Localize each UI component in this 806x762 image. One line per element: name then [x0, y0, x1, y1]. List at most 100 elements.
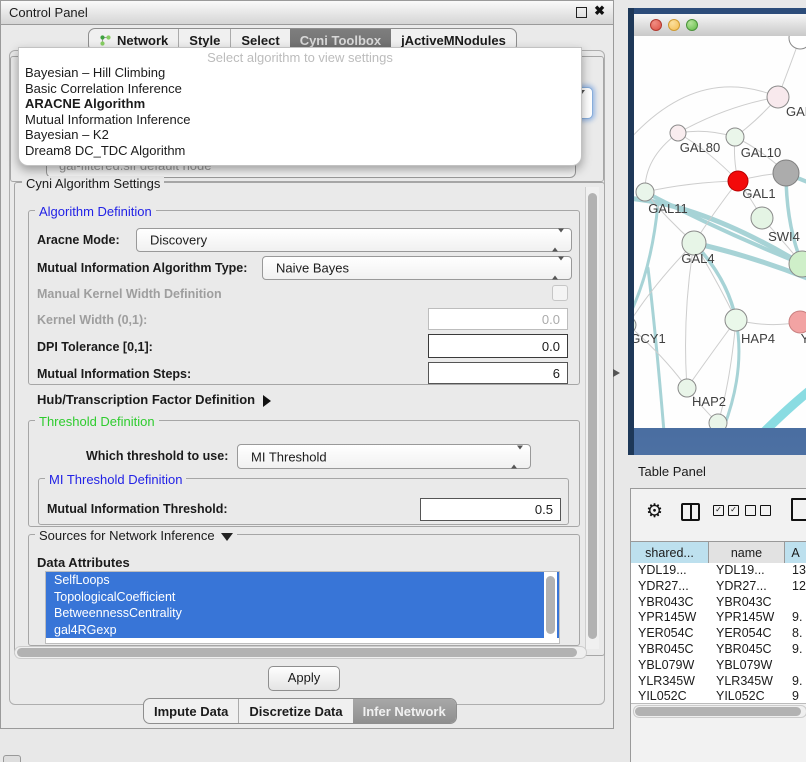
- threshold-definition-title: Threshold Definition: [35, 414, 159, 429]
- table-row[interactable]: YDR27...YDR27...12: [631, 579, 806, 595]
- table-cell: 12: [785, 579, 806, 595]
- table-row[interactable]: YDL19...YDL19...13: [631, 563, 806, 579]
- attributes-scrollbar-thumb[interactable]: [546, 576, 555, 634]
- algorithm-option-bayesian-hill-climbing[interactable]: Bayesian – Hill Climbing: [23, 65, 577, 81]
- tab-label: Cyni Toolbox: [300, 33, 381, 48]
- network-node-gal80[interactable]: [670, 125, 686, 141]
- manual-kernel-width-checkbox[interactable]: [552, 285, 568, 301]
- node-label-gal: GAL: [786, 104, 806, 119]
- node-label-gal4: GAL4: [681, 251, 714, 266]
- algorithm-option-aracne-algorithm[interactable]: ARACNE Algorithm: [23, 96, 577, 112]
- table-cell: 9.: [785, 610, 806, 626]
- sources-group-title[interactable]: Sources for Network Inference: [35, 528, 237, 543]
- network-edge: [645, 181, 738, 192]
- control-panel-title: Control Panel: [9, 5, 88, 20]
- algorithm-dropdown: Select algorithm to view settings Bayesi…: [18, 47, 582, 166]
- attributes-list-scrollbar[interactable]: [544, 572, 557, 641]
- stepper-arrows-icon: [552, 233, 564, 248]
- apply-button[interactable]: Apply: [268, 666, 340, 691]
- which-threshold-select[interactable]: MI Threshold: [237, 444, 531, 469]
- dropdown-prompt: Select algorithm to view settings: [19, 50, 581, 65]
- close-traffic-light-icon[interactable]: [650, 19, 662, 31]
- tab-label: Impute Data: [154, 704, 228, 719]
- table-row[interactable]: YBR045CYBR045C9.: [631, 642, 806, 658]
- network-node[interactable]: [773, 160, 799, 186]
- network-node-swi4[interactable]: [751, 207, 773, 229]
- hub-definition-toggle[interactable]: Hub/Transcription Factor Definition: [37, 392, 271, 407]
- mi-algorithm-type-select[interactable]: Naive Bayes: [262, 256, 572, 280]
- settings-group-title: Cyni Algorithm Settings: [22, 176, 164, 191]
- table-row[interactable]: YIL052CYIL052C9: [631, 689, 806, 704]
- columns-icon[interactable]: [681, 503, 700, 521]
- settings-hscrollbar-thumb[interactable]: [17, 648, 577, 657]
- kernel-width-input[interactable]: 0.0: [428, 308, 568, 330]
- dpi-tolerance-input[interactable]: 0.0: [428, 334, 568, 358]
- close-window-icon[interactable]: ✖: [594, 3, 605, 19]
- network-window-titlebar[interactable]: [634, 14, 806, 37]
- network-node[interactable]: [789, 36, 806, 49]
- tab-label: Infer Network: [363, 704, 446, 719]
- network-node-hap4[interactable]: [725, 309, 747, 331]
- table-row[interactable]: YER054CYER054C8.: [631, 626, 806, 642]
- column-header-name[interactable]: name: [709, 542, 785, 564]
- zoom-traffic-light-icon[interactable]: [686, 19, 698, 31]
- data-attributes-list: SelfLoopsTopologicalCoefficientBetweenne…: [45, 571, 560, 644]
- control-panel-titlebar: Control Panel ✖: [1, 1, 613, 25]
- cyni-bottom-tabs: Impute Data Discretize Data Infer Network: [143, 698, 457, 724]
- minimize-traffic-light-icon[interactable]: [668, 19, 680, 31]
- table-cell: YIL052C: [709, 689, 785, 704]
- node-label-gal80: GAL80: [680, 140, 720, 155]
- column-header-shared[interactable]: shared...: [631, 542, 709, 564]
- table-row[interactable]: YBL079WYBL079W: [631, 658, 806, 674]
- control-panel-window: Control Panel ✖ NetworkStyleSelectCyni T…: [0, 0, 614, 729]
- gear-icon[interactable]: ⚙: [646, 500, 663, 523]
- attribute-item-gal4rgexp[interactable]: gal4RGexp: [46, 622, 559, 639]
- settings-scrollbar-thumb[interactable]: [588, 193, 597, 639]
- settings-horizontal-scrollbar[interactable]: [14, 646, 587, 659]
- attribute-item-selfloops[interactable]: SelfLoops: [46, 572, 559, 589]
- mi-steps-input[interactable]: 6: [428, 362, 568, 384]
- table-cell: 9.: [785, 642, 806, 658]
- mi-algorithm-type-value: Naive Bayes: [276, 261, 349, 276]
- algorithm-option-dream8-dc-tdc-algorithm[interactable]: Dream8 DC_TDC Algorithm: [23, 143, 577, 159]
- table-cell: YPR145W: [631, 610, 709, 626]
- aracne-mode-select[interactable]: Discovery: [136, 228, 572, 252]
- algorithm-option-mutual-information-inference[interactable]: Mutual Information Inference: [23, 112, 577, 128]
- network-node-gal10[interactable]: [726, 128, 744, 146]
- table-row[interactable]: YLR345WYLR345W9.: [631, 674, 806, 690]
- network-node-gal11[interactable]: [636, 183, 654, 201]
- algorithm-option-bayesian-k2[interactable]: Bayesian – K2: [23, 127, 577, 143]
- document-icon[interactable]: [791, 498, 806, 521]
- tab-infer-network[interactable]: Infer Network: [353, 699, 456, 723]
- table-cell: YBR043C: [631, 595, 709, 611]
- unchecked-pair-icon[interactable]: [745, 505, 771, 516]
- mi-threshold-input[interactable]: 0.5: [420, 498, 561, 521]
- table-horizontal-scrollbar[interactable]: [633, 705, 806, 718]
- table-row[interactable]: YPR145WYPR145W9.: [631, 610, 806, 626]
- collapsed-panel-button[interactable]: [3, 755, 21, 762]
- table-rows: YDL19...YDL19...13YDR27...YDR27...12YBR0…: [631, 563, 806, 704]
- stepper-arrows-icon: [552, 261, 564, 276]
- checked-pair-icon[interactable]: ✓✓: [713, 505, 739, 516]
- table-panel: ⚙ ✓✓ shared...nameA YDL19...YDL19...13YD…: [630, 488, 806, 762]
- tab-label: Discretize Data: [249, 704, 342, 719]
- table-row[interactable]: YBR043CYBR043C: [631, 595, 806, 611]
- algorithm-option-basic-correlation-inference[interactable]: Basic Correlation Inference: [23, 81, 577, 97]
- float-window-icon[interactable]: [576, 7, 587, 18]
- attribute-item-topologicalcoefficient[interactable]: TopologicalCoefficient: [46, 589, 559, 606]
- attribute-item-betweennesscentrality[interactable]: BetweennessCentrality: [46, 605, 559, 622]
- tab-discretize-data[interactable]: Discretize Data: [238, 699, 352, 723]
- table-cell: YBR045C: [631, 642, 709, 658]
- column-header-a[interactable]: A: [785, 542, 806, 564]
- tab-impute-data[interactable]: Impute Data: [144, 699, 238, 723]
- network-canvas[interactable]: GALGAL80GAL10GAL1GAL11SWI4GAL4GCY1HAP4YH…: [634, 36, 806, 428]
- tab-label: Network: [117, 33, 168, 48]
- which-threshold-value: MI Threshold: [251, 449, 327, 464]
- table-cell: YDL19...: [631, 563, 709, 579]
- settings-vertical-scrollbar[interactable]: [585, 187, 599, 649]
- collapse-down-icon: [221, 533, 233, 541]
- table-hscrollbar-thumb[interactable]: [635, 707, 801, 716]
- network-node[interactable]: [709, 414, 727, 428]
- network-node-y[interactable]: [789, 311, 806, 333]
- table-cell: YER054C: [709, 626, 785, 642]
